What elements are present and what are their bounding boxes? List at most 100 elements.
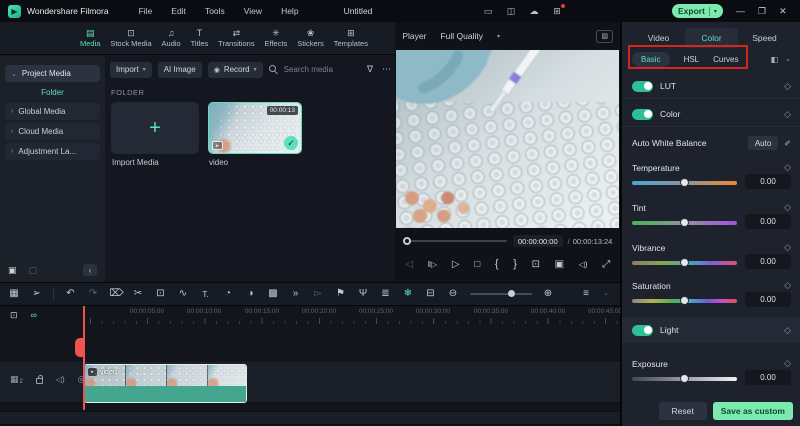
stop-button[interactable]: □ bbox=[474, 259, 480, 270]
keyframe-icon[interactable]: ◇ bbox=[784, 81, 791, 92]
lock-track-icon[interactable] bbox=[35, 375, 43, 384]
import-button[interactable]: Import ▾ bbox=[110, 61, 152, 78]
media-manager-icon[interactable]: ⊡ bbox=[10, 310, 18, 321]
layout-icon[interactable]: ⊞ bbox=[551, 3, 565, 17]
minimize-button[interactable]: — bbox=[736, 6, 745, 17]
volume-button[interactable]: ◁) bbox=[579, 260, 588, 269]
vibrance-value[interactable]: 0.00 bbox=[745, 254, 791, 269]
timeline-clip-video[interactable]: ▸ video bbox=[84, 364, 247, 403]
sidebar-item-global-media[interactable]: › Global Media bbox=[5, 103, 100, 120]
import-media-card[interactable]: + bbox=[111, 102, 199, 154]
tint-value[interactable]: 0.00 bbox=[745, 214, 791, 229]
preview-background-icon[interactable]: ▨ bbox=[596, 29, 614, 43]
quality-selector[interactable]: Full Quality ▾ bbox=[434, 29, 506, 43]
temperature-slider[interactable] bbox=[632, 178, 737, 187]
mark-in-button[interactable]: { bbox=[495, 258, 499, 270]
slider-handle[interactable] bbox=[679, 178, 689, 187]
keyframe-icon[interactable]: ◇ bbox=[784, 162, 791, 173]
menu-help[interactable]: Help bbox=[281, 6, 298, 16]
subtab-curves[interactable]: Curves bbox=[713, 55, 738, 64]
undo-icon[interactable]: ↶ bbox=[65, 289, 77, 299]
tab-color[interactable]: Color bbox=[685, 28, 738, 48]
collapse-sidebar-button[interactable]: ‹ bbox=[83, 264, 97, 276]
select-tool-icon[interactable]: ➢ bbox=[31, 289, 43, 299]
eyedropper-icon[interactable]: ✐ bbox=[784, 139, 791, 148]
mask-icon[interactable]: ▩ bbox=[267, 289, 279, 299]
text-tool-icon[interactable]: T. bbox=[200, 289, 212, 299]
keyframe-icon[interactable]: ◇ bbox=[784, 280, 791, 291]
tab-stickers[interactable]: ❀ Stickers bbox=[297, 28, 324, 48]
saturation-slider[interactable] bbox=[632, 296, 737, 305]
keyframe-icon[interactable]: ◇ bbox=[784, 325, 791, 336]
keyframe-icon[interactable]: ◇ bbox=[784, 202, 791, 213]
save-as-custom-button[interactable]: Save as custom bbox=[712, 402, 793, 420]
sidebar-item-adjustment-layer[interactable]: › Adjustment La... bbox=[5, 143, 100, 160]
menu-tools[interactable]: Tools bbox=[205, 6, 225, 16]
delete-folder-icon[interactable]: ▢ bbox=[29, 265, 38, 276]
tab-effects[interactable]: ✳ Effects bbox=[264, 28, 287, 48]
timeline-zoom-slider[interactable] bbox=[469, 290, 532, 297]
playhead-line[interactable] bbox=[83, 306, 85, 410]
workspace-icon[interactable]: ▦ bbox=[8, 289, 20, 299]
subtab-basic[interactable]: Basic bbox=[632, 51, 670, 67]
zoom-in-icon[interactable]: ⊕ bbox=[542, 289, 554, 299]
track-manager-icon[interactable]: ≡ bbox=[580, 289, 592, 299]
auto-button[interactable]: Auto bbox=[747, 136, 779, 150]
snapshot-button[interactable]: ▣ bbox=[555, 259, 564, 270]
record-button[interactable]: ◉ Record ▾ bbox=[207, 61, 263, 78]
menu-file[interactable]: File bbox=[139, 6, 153, 16]
new-folder-icon[interactable]: ▣ bbox=[8, 265, 17, 276]
redo-icon[interactable]: ↷ bbox=[87, 289, 99, 299]
sidebar-item-project-media[interactable]: ⌄ Project Media bbox=[5, 65, 100, 82]
menu-view[interactable]: View bbox=[244, 6, 262, 16]
cloud-upload-icon[interactable]: ☁ bbox=[528, 6, 540, 17]
compare-icon[interactable]: ◧ bbox=[771, 55, 779, 64]
save-icon[interactable]: ◫ bbox=[505, 6, 517, 17]
mark-out-button[interactable]: } bbox=[513, 258, 517, 270]
export-button[interactable]: Export ▾ bbox=[672, 4, 723, 18]
voiceover-mic-icon[interactable]: Ψ bbox=[357, 289, 369, 299]
step-frame-button[interactable]: ‖▷ bbox=[428, 260, 437, 269]
tab-video[interactable]: Video bbox=[632, 28, 685, 48]
slider-handle[interactable] bbox=[679, 374, 689, 383]
sidebar-item-folder[interactable]: Folder bbox=[0, 88, 105, 97]
mute-track-icon[interactable]: ◁) bbox=[56, 375, 65, 384]
fullscreen-button[interactable]: ⤢ bbox=[602, 259, 610, 270]
slider-handle[interactable] bbox=[679, 218, 689, 227]
sidebar-item-cloud-media[interactable]: › Cloud Media bbox=[5, 123, 100, 140]
light-toggle[interactable] bbox=[632, 324, 653, 336]
saturation-value[interactable]: 0.00 bbox=[745, 292, 791, 307]
chevron-icon[interactable]: ⌄ bbox=[600, 289, 612, 299]
ai-image-button[interactable]: AI Image bbox=[157, 61, 202, 78]
export-chevron-icon[interactable]: ▾ bbox=[714, 8, 717, 15]
slider-handle[interactable] bbox=[679, 296, 689, 305]
track-height-icon[interactable]: ⊟ bbox=[425, 289, 437, 299]
auto-ripple-icon[interactable]: ∞ bbox=[31, 310, 37, 321]
crop-icon[interactable]: ⊡ bbox=[155, 289, 167, 299]
filter-icon[interactable]: ∇ bbox=[367, 64, 373, 75]
tab-audio[interactable]: ♫ Audio bbox=[162, 28, 181, 48]
tab-transitions[interactable]: ⇄ Transitions bbox=[218, 28, 254, 48]
more-tools-icon[interactable]: » bbox=[290, 289, 302, 299]
exposure-slider[interactable] bbox=[632, 374, 737, 383]
menu-edit[interactable]: Edit bbox=[171, 6, 186, 16]
tab-stock-media[interactable]: ⊡ Stock Media bbox=[110, 28, 151, 48]
tint-slider[interactable] bbox=[632, 218, 737, 227]
video-media-card[interactable]: 00:00:13 ▸ ✓ bbox=[208, 102, 302, 154]
freeze-frame-icon[interactable]: ❄ bbox=[402, 289, 414, 299]
temperature-value[interactable]: 0.00 bbox=[745, 174, 791, 189]
render-preview-icon[interactable]: ▻ bbox=[312, 289, 324, 299]
keyframe-icon[interactable]: ◇ bbox=[784, 109, 791, 120]
display-icon[interactable]: ▭ bbox=[482, 6, 494, 17]
keyframe-icon[interactable]: ◇ bbox=[784, 242, 791, 253]
current-time[interactable]: 00:00:00:00 bbox=[513, 235, 563, 247]
voice-changer-icon[interactable]: ∿ bbox=[177, 289, 189, 299]
slider-handle[interactable] bbox=[679, 258, 689, 267]
color-icon[interactable]: ◑ bbox=[245, 289, 257, 299]
subtab-hsl[interactable]: HSL bbox=[684, 55, 700, 64]
crop-preview-button[interactable]: ⊡ bbox=[532, 259, 540, 270]
layers-icon[interactable]: ≣ bbox=[380, 289, 392, 299]
more-options-icon[interactable]: ⋯ bbox=[382, 64, 391, 75]
tab-templates[interactable]: ⊞ Templates bbox=[334, 28, 368, 48]
vibrance-slider[interactable] bbox=[632, 258, 737, 267]
